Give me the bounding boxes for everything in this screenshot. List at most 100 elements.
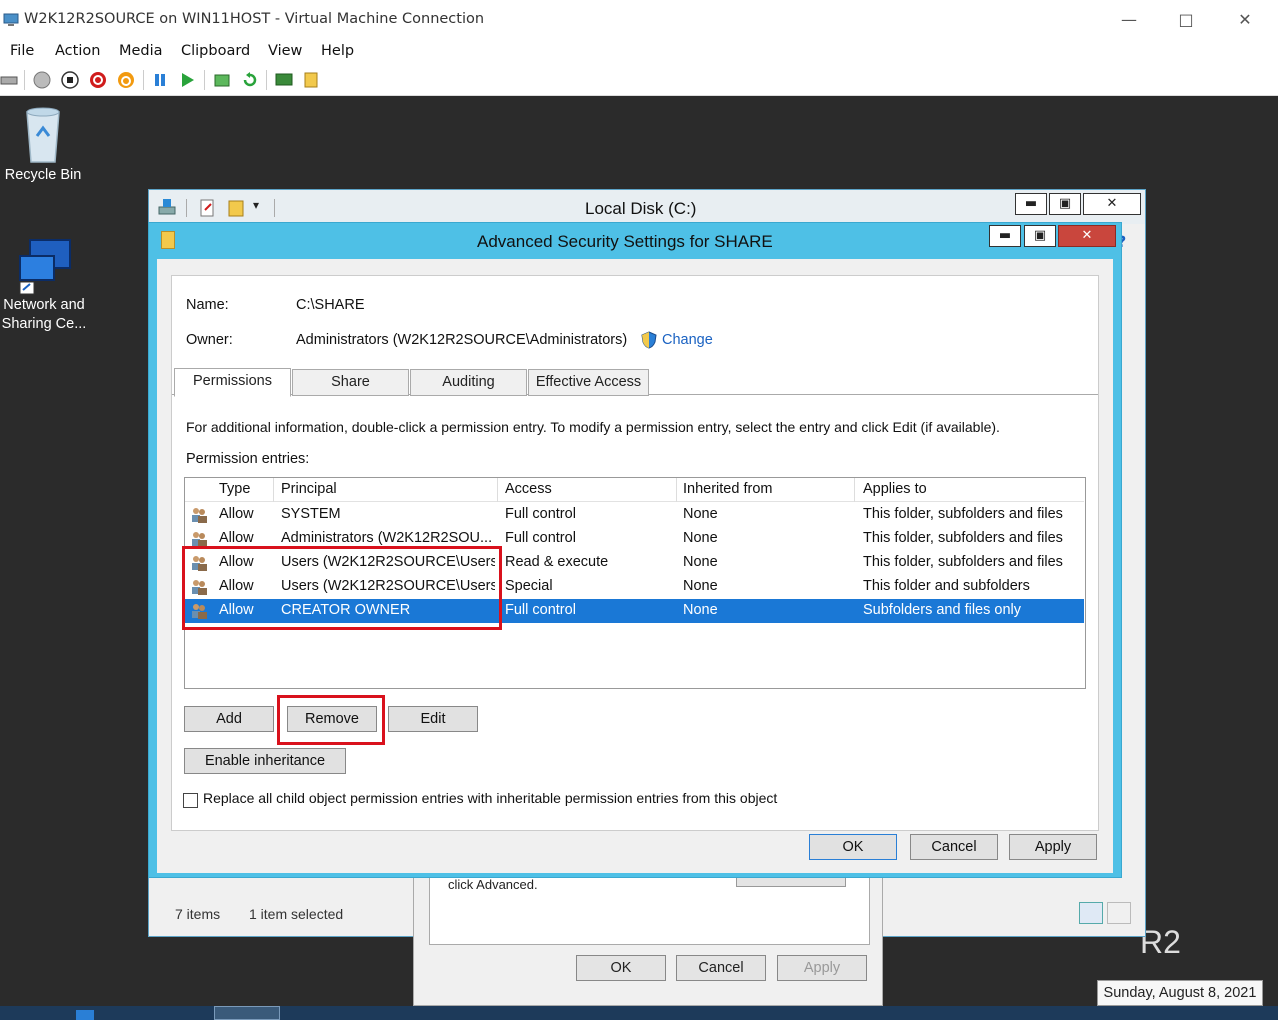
maximize-icon[interactable]: □ <box>1171 8 1201 32</box>
change-owner-link[interactable]: Change <box>662 332 713 348</box>
toolbar-separator <box>266 70 267 90</box>
explorer-close-icon[interactable]: ✕ <box>1083 193 1141 215</box>
row-access: Special <box>505 578 553 594</box>
row-access: Read & execute <box>505 554 609 570</box>
row-inherited: None <box>683 602 718 618</box>
start-icon[interactable] <box>33 71 51 89</box>
column-separator <box>497 478 498 502</box>
network-sharing-icon <box>19 239 71 295</box>
start-button-icon[interactable] <box>76 1010 94 1020</box>
name-label: Name: <box>186 297 229 313</box>
dialog-close-icon[interactable]: ✕ <box>1058 225 1116 247</box>
dialog-title: Advanced Security Settings for SHARE <box>477 232 773 251</box>
host-window-title: W2K12R2SOURCE on WIN11HOST - Virtual Mac… <box>24 11 485 27</box>
turn-off-icon[interactable] <box>61 71 79 89</box>
explorer-maximize-icon[interactable]: ▣ <box>1049 193 1081 215</box>
resume-icon[interactable] <box>179 71 197 89</box>
column-principal[interactable]: Principal <box>281 481 337 497</box>
checkpoint-icon[interactable] <box>213 71 231 89</box>
drive-icon <box>158 199 176 215</box>
enhanced-session-icon[interactable] <box>275 71 293 89</box>
network-sharing-shortcut[interactable]: Network and Sharing Ce... <box>0 238 88 334</box>
row-applies: This folder and subfolders <box>863 578 1030 594</box>
edit-button[interactable]: Edit <box>388 706 478 732</box>
explorer-minimize-icon[interactable]: ▬ <box>1015 193 1047 215</box>
shutdown-icon[interactable] <box>89 71 107 89</box>
dialog-minimize-icon[interactable]: ▬ <box>989 225 1021 247</box>
large-icons-view-icon[interactable] <box>1107 902 1131 924</box>
column-inherited-from[interactable]: Inherited from <box>683 481 772 497</box>
highlight-remove-button <box>277 695 385 745</box>
ctrl-alt-del-icon[interactable] <box>0 71 18 89</box>
taskbar <box>0 1006 1278 1020</box>
owner-value: Administrators (W2K12R2SOURCE\Administra… <box>296 332 628 348</box>
dialog-body: Name: C:\SHARE Owner: Administrators (W2… <box>157 259 1113 873</box>
list-header: Type Principal Access Inherited from App… <box>185 478 1084 502</box>
share-icon[interactable] <box>302 71 320 89</box>
row-inherited: None <box>683 578 718 594</box>
advanced-button[interactable] <box>736 877 846 887</box>
tab-permissions[interactable]: Permissions <box>174 368 291 397</box>
add-button[interactable]: Add <box>184 706 274 732</box>
host-menu-bar: File Action Media Clipboard View Help <box>0 40 1278 64</box>
row-access: Full control <box>505 530 576 546</box>
column-access[interactable]: Access <box>505 481 552 497</box>
menu-view[interactable]: View <box>268 43 302 59</box>
info-text: For additional information, double-click… <box>186 419 1000 435</box>
row-inherited: None <box>683 530 718 546</box>
advanced-security-dialog: Advanced Security Settings for SHARE ▬ ▣… <box>148 222 1122 878</box>
replace-child-permissions-checkbox[interactable] <box>183 793 198 808</box>
save-state-icon[interactable] <box>117 71 135 89</box>
tab-share[interactable]: Share <box>292 369 409 396</box>
permission-entries-label: Permission entries: <box>186 451 310 467</box>
network-sharing-label-line1: Network and <box>3 297 85 313</box>
column-separator <box>273 478 274 502</box>
close-icon[interactable]: ✕ <box>1230 8 1260 32</box>
menu-clipboard[interactable]: Clipboard <box>181 43 250 59</box>
pause-icon[interactable] <box>151 71 169 89</box>
os-watermark: R2 <box>1140 924 1181 960</box>
folder-icon <box>161 231 175 249</box>
tab-effective-access[interactable]: Effective Access <box>528 369 649 396</box>
menu-file[interactable]: File <box>10 43 34 59</box>
column-separator <box>676 478 677 502</box>
table-row[interactable]: Allow SYSTEM Full control None This fold… <box>185 503 1084 527</box>
status-item-count: 7 items <box>175 906 221 922</box>
menu-action[interactable]: Action <box>55 43 100 59</box>
row-applies: This folder, subfolders and files <box>863 554 1063 570</box>
permissions-panel: Name: C:\SHARE Owner: Administrators (W2… <box>171 275 1099 831</box>
explorer-title-bar: ▾ Local Disk (C:) ▬ ▣ ✕ <box>149 190 1145 224</box>
recycle-bin-shortcut[interactable]: Recycle Bin <box>4 106 82 185</box>
properties-cancel-button[interactable]: Cancel <box>676 955 766 981</box>
row-applies: This folder, subfolders and files <box>863 506 1063 522</box>
quick-access-dropdown-icon[interactable]: ▾ <box>253 198 259 212</box>
row-applies: Subfolders and files only <box>863 602 1021 618</box>
new-folder-icon[interactable] <box>227 198 245 218</box>
menu-help[interactable]: Help <box>321 43 354 59</box>
name-value: C:\SHARE <box>296 297 365 313</box>
row-applies: This folder, subfolders and files <box>863 530 1063 546</box>
properties-content: click Advanced. <box>429 877 870 945</box>
ok-button[interactable]: OK <box>809 834 897 860</box>
date-tooltip: Sunday, August 8, 2021 <box>1097 980 1263 1006</box>
revert-icon[interactable] <box>241 71 259 89</box>
dialog-maximize-icon[interactable]: ▣ <box>1024 225 1056 247</box>
column-applies-to[interactable]: Applies to <box>863 481 927 497</box>
toolbar-separator <box>143 70 144 90</box>
properties-ok-button[interactable]: OK <box>576 955 666 981</box>
enable-inheritance-button[interactable]: Enable inheritance <box>184 748 346 774</box>
properties-hint: click Advanced. <box>448 877 538 892</box>
column-type[interactable]: Type <box>219 481 250 497</box>
minimize-icon[interactable]: — <box>1114 8 1144 32</box>
cancel-button[interactable]: Cancel <box>910 834 998 860</box>
host-title-bar: W2K12R2SOURCE on WIN11HOST - Virtual Mac… <box>0 0 1278 40</box>
menu-media[interactable]: Media <box>119 43 163 59</box>
properties-icon[interactable] <box>199 198 217 218</box>
properties-apply-button[interactable]: Apply <box>777 955 867 981</box>
network-sharing-label-line2: Sharing Ce... <box>1 316 87 332</box>
apply-button[interactable]: Apply <box>1009 834 1097 860</box>
tab-auditing[interactable]: Auditing <box>410 369 527 396</box>
explorer-taskbar-button[interactable] <box>214 1006 280 1020</box>
properties-dialog: click Advanced. OK Cancel Apply <box>413 876 883 1006</box>
details-view-icon[interactable] <box>1079 902 1103 924</box>
